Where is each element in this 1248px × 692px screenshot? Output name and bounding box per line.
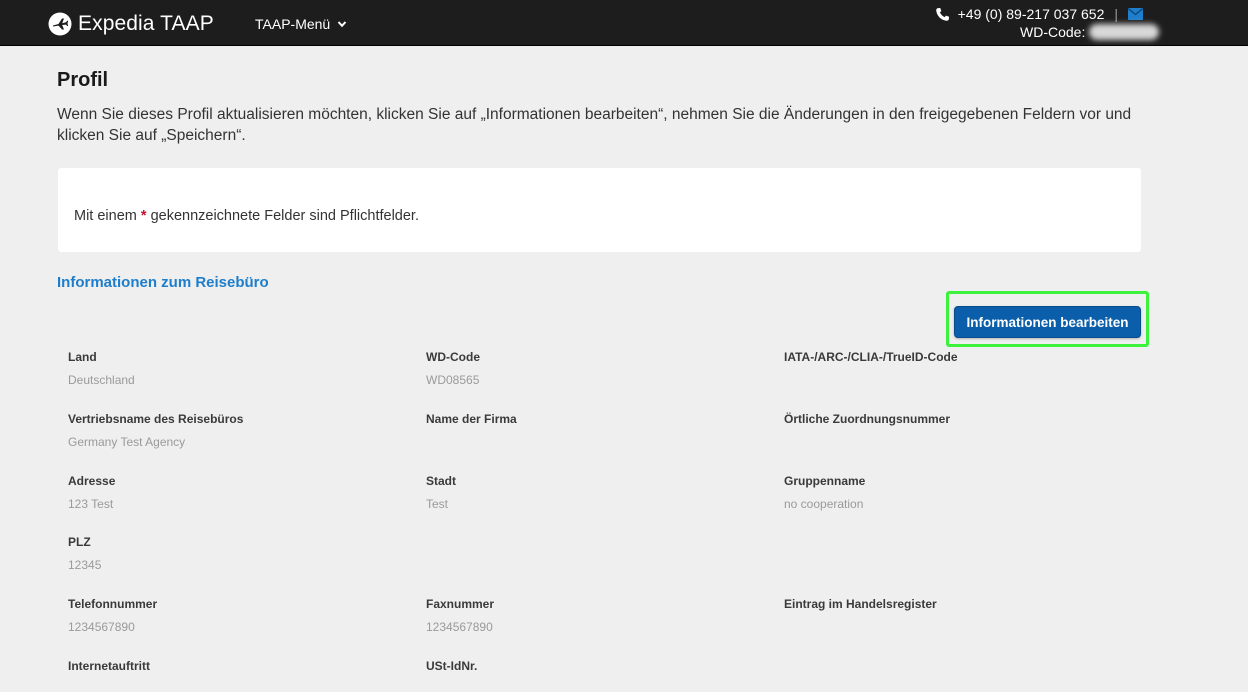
field-plz: PLZ 12345 (68, 535, 101, 572)
section-title-agency-info: Informationen zum Reisebüro (57, 274, 269, 291)
field-label: WD-Code (426, 350, 480, 364)
expedia-plane-icon (48, 12, 72, 36)
wd-code-redacted (1089, 24, 1160, 40)
wd-code-label: WD-Code: (1020, 24, 1086, 40)
field-label: IATA-/ARC-/CLIA-/TrueID-Code (784, 350, 958, 364)
field-value: 12345 (68, 558, 102, 572)
field-label: Telefonnummer (68, 597, 158, 611)
field-wd-code: WD-Code WD08565 (426, 350, 480, 387)
taap-menu-label: TAAP-Menü (255, 16, 331, 32)
field-ust-idnr: USt-IdNr. (426, 659, 477, 682)
mail-icon[interactable] (1128, 8, 1143, 20)
page-intro-text: Wenn Sie dieses Profil aktualisieren möc… (57, 106, 1132, 144)
taap-menu-dropdown[interactable]: TAAP-Menü (255, 16, 347, 32)
field-value: WD08565 (426, 373, 480, 387)
chevron-down-icon (337, 21, 347, 28)
field-faxnummer: Faxnummer 1234567890 (426, 597, 494, 634)
page-title: Profil (57, 69, 109, 91)
field-label: Gruppenname (784, 474, 866, 488)
field-label: Name der Firma (426, 412, 517, 426)
wd-code-display: WD-Code: (1020, 24, 1160, 40)
field-value: Deutschland (68, 373, 135, 387)
header-separator: | (1114, 6, 1118, 22)
field-firmenname: Name der Firma (426, 412, 517, 435)
top-navigation-bar: Expedia TAAP TAAP-Menü +49 (0) 89-217 03… (0, 0, 1248, 46)
field-value: 123 Test (68, 497, 114, 511)
field-zuordnungsnummer: Örtliche Zuordnungsnummer (784, 412, 950, 435)
field-handelsregister: Eintrag im Handelsregister (784, 597, 937, 620)
phone-icon (935, 7, 949, 21)
contact-row: +49 (0) 89-217 037 652 | (935, 6, 1143, 22)
field-vertriebsname: Vertriebsname des Reisebüros Germany Tes… (68, 412, 243, 449)
field-internetauftritt: Internetauftritt (68, 659, 150, 682)
notice-text-after: gekennzeichnete Felder sind Pflichtfelde… (146, 208, 419, 224)
field-land: Land Deutschland (68, 350, 135, 387)
field-value: 1234567890 (426, 620, 493, 634)
expedia-taap-logo[interactable]: Expedia TAAP (48, 11, 214, 37)
field-label: Internetauftritt (68, 659, 150, 673)
edit-information-button[interactable]: Informationen bearbeiten (954, 306, 1141, 338)
field-value: 1234567890 (68, 620, 135, 634)
notice-text-before: Mit einem (74, 208, 141, 224)
field-telefonnummer: Telefonnummer 1234567890 (68, 597, 157, 634)
field-label: Land (68, 350, 97, 364)
field-adresse: Adresse 123 Test (68, 474, 115, 511)
field-value: no cooperation (784, 497, 864, 511)
field-label: Stadt (426, 474, 456, 488)
required-fields-notice: Mit einem * gekennzeichnete Felder sind … (58, 168, 1141, 252)
field-label: Eintrag im Handelsregister (784, 597, 937, 611)
field-stadt: Stadt Test (426, 474, 456, 511)
field-value: Germany Test Agency (68, 435, 186, 449)
field-label: Vertriebsname des Reisebüros (68, 412, 244, 426)
field-label: Örtliche Zuordnungsnummer (784, 412, 951, 426)
field-value: Test (426, 497, 449, 511)
support-phone-number[interactable]: +49 (0) 89-217 037 652 (958, 6, 1105, 22)
field-label: USt-IdNr. (426, 659, 478, 673)
brand-name: Expedia TAAP (78, 12, 214, 35)
field-gruppenname: Gruppenname no cooperation (784, 474, 865, 511)
field-label: Faxnummer (426, 597, 495, 611)
field-label: PLZ (68, 535, 91, 549)
field-iata-code: IATA-/ARC-/CLIA-/TrueID-Code (784, 350, 958, 373)
field-label: Adresse (68, 474, 116, 488)
notice-text: Mit einem * gekennzeichnete Felder sind … (74, 208, 419, 224)
